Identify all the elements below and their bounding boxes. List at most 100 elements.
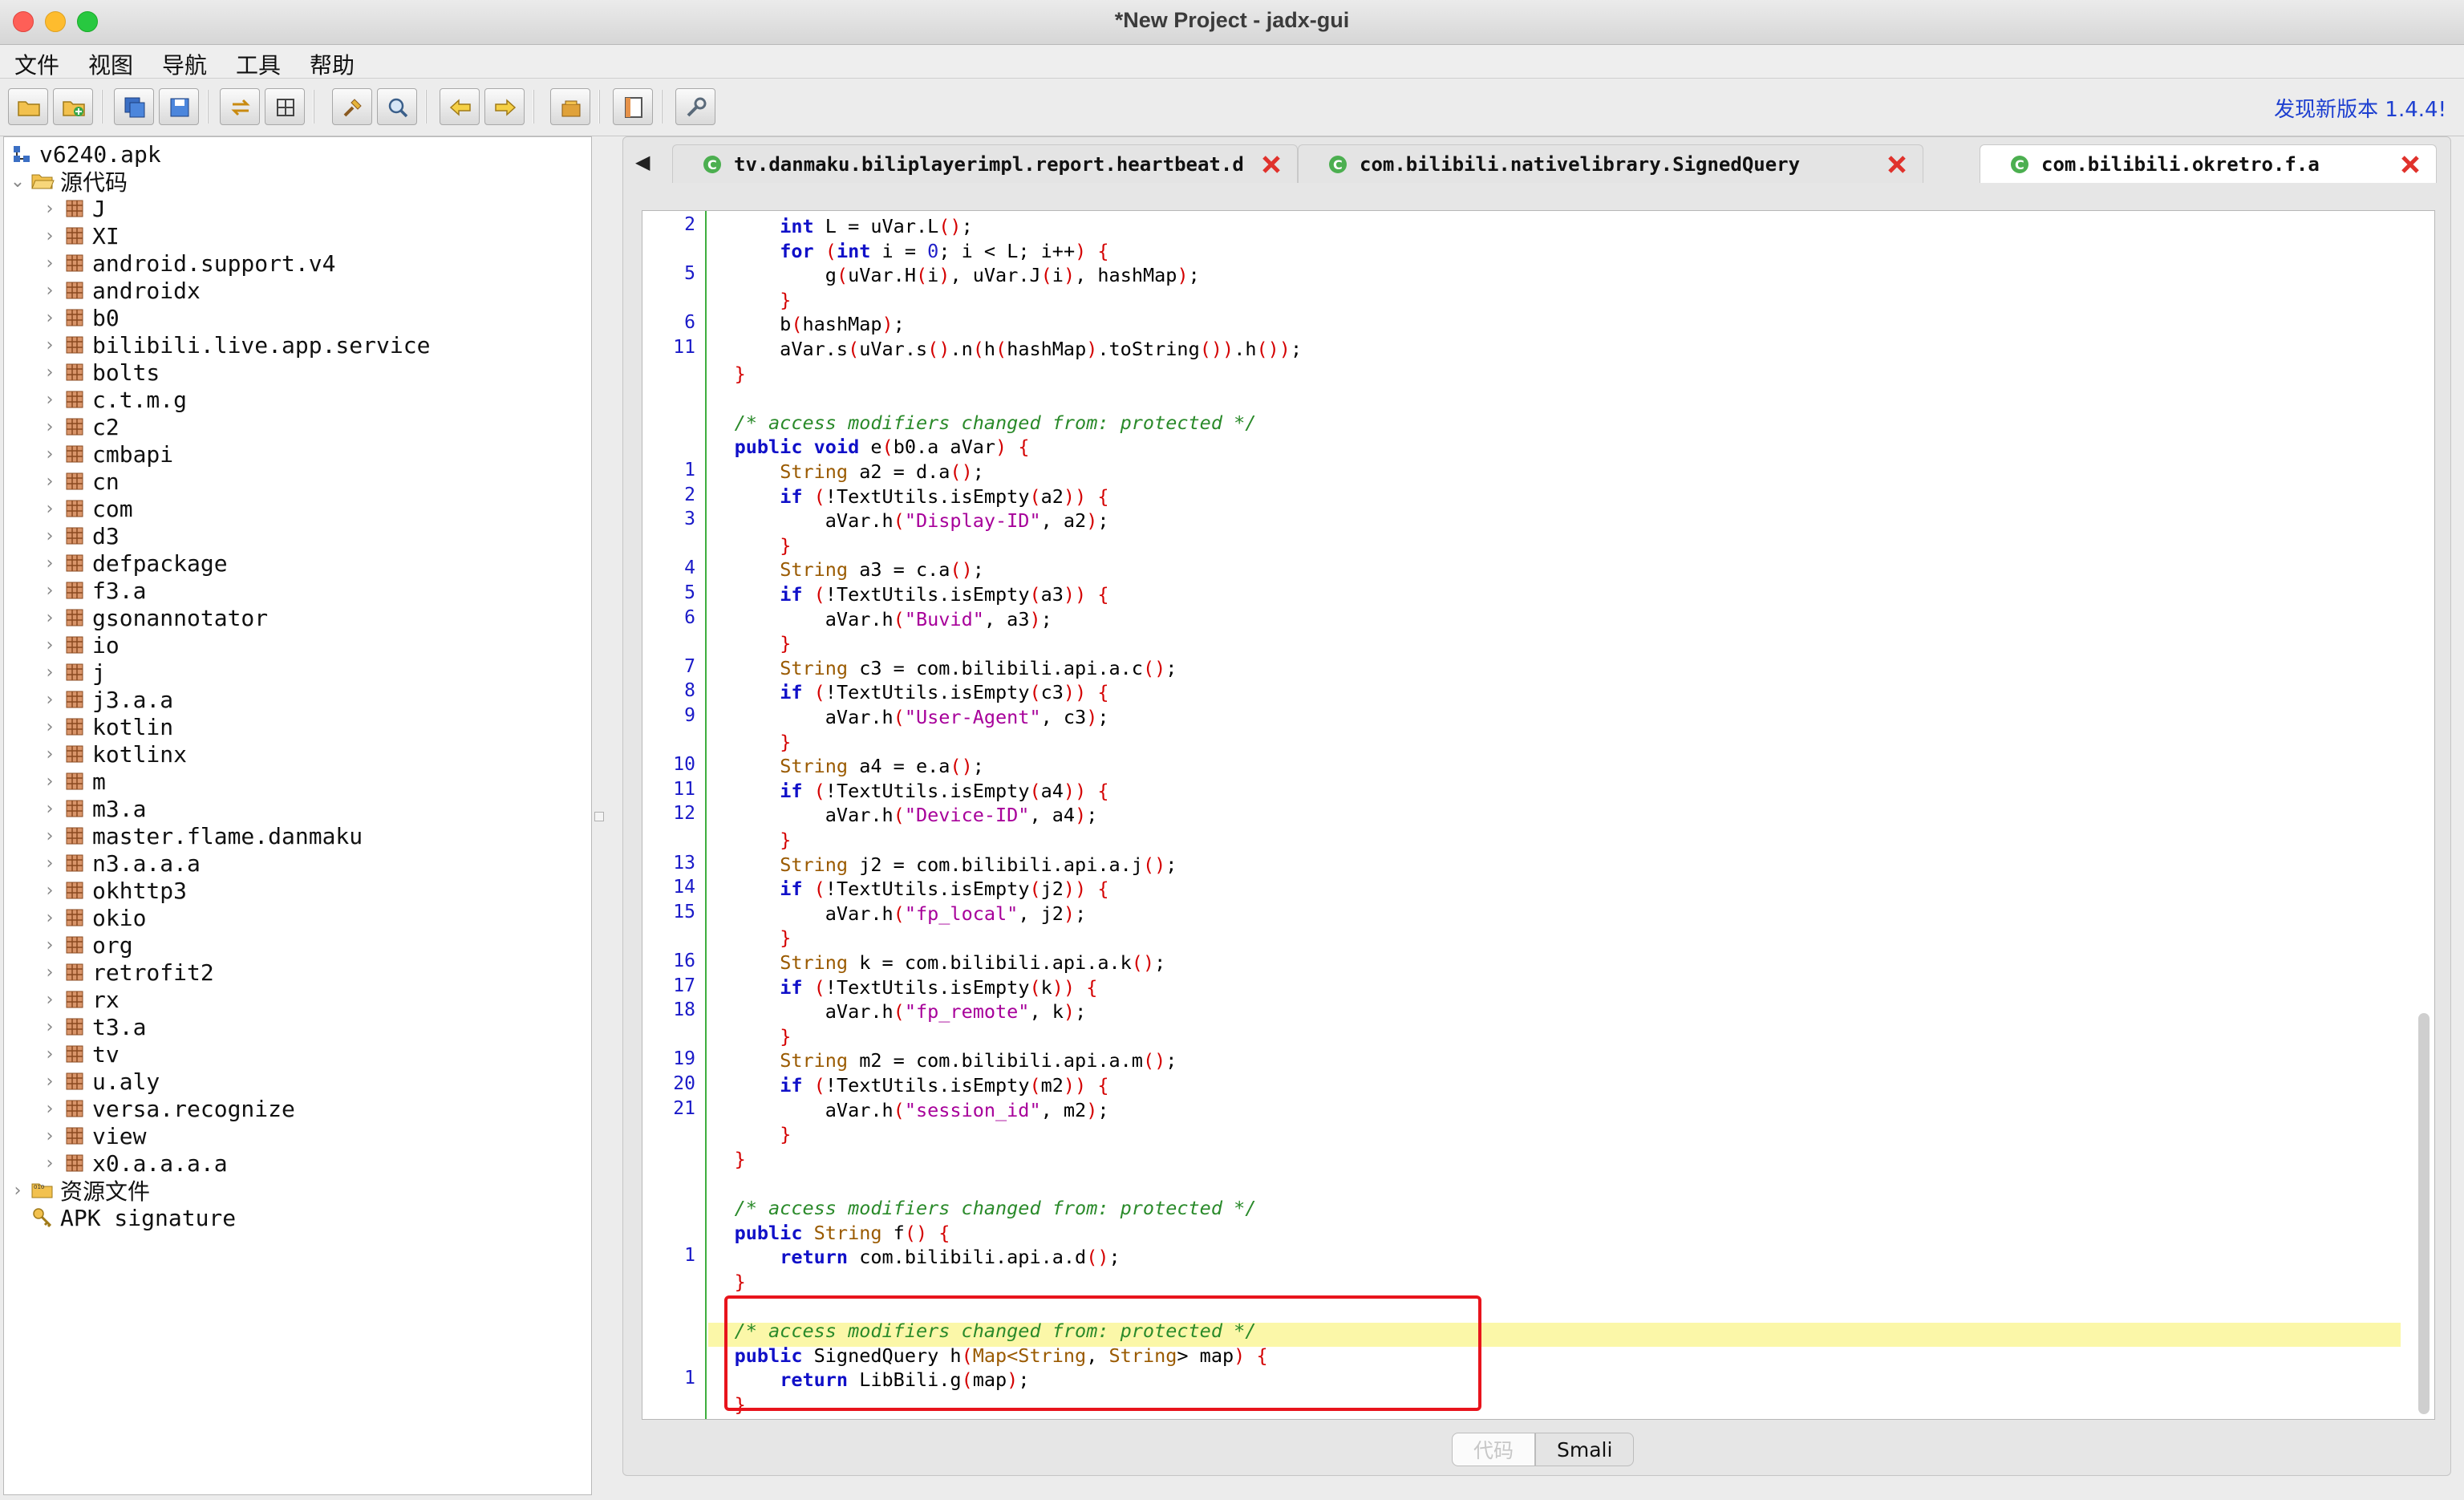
chevron-right-icon[interactable]: › [39, 881, 60, 901]
chevron-right-icon[interactable]: › [39, 717, 60, 737]
decompile-all-button[interactable] [550, 88, 590, 125]
preferences-button[interactable] [675, 88, 715, 125]
tree-package-item[interactable]: › com [39, 495, 133, 522]
chevron-right-icon[interactable]: › [39, 853, 60, 874]
tree-package-item[interactable]: › org [39, 931, 133, 959]
tree-package-item[interactable]: › versa.recognize [39, 1095, 295, 1122]
tab-signedquery[interactable]: C com.bilibili.nativelibrary.SignedQuery [1298, 144, 1923, 183]
open-file-button[interactable] [8, 88, 48, 125]
tab-okretro-f-a[interactable]: C com.bilibili.okretro.f.a [1980, 144, 2437, 183]
chevron-right-icon[interactable]: › [39, 963, 60, 983]
tree-package-item[interactable]: › android.support.v4 [39, 249, 336, 277]
chevron-right-icon[interactable]: › [39, 690, 60, 710]
tree-package-item[interactable]: › b0 [39, 304, 120, 331]
chevron-right-icon[interactable]: › [39, 663, 60, 683]
menu-help[interactable]: 帮助 [310, 48, 355, 80]
text-search-button[interactable] [332, 88, 372, 125]
chevron-right-icon[interactable]: › [39, 553, 60, 574]
close-tab-icon[interactable] [2399, 153, 2421, 176]
tree-package-item[interactable]: › kotlin [39, 713, 174, 740]
tab-code-view[interactable]: 代码 [1452, 1433, 1536, 1466]
menu-view[interactable]: 视图 [88, 48, 133, 80]
tree-package-item[interactable]: › t3.a [39, 1013, 147, 1040]
chevron-right-icon[interactable]: › [39, 472, 60, 492]
chevron-right-icon[interactable]: › [39, 826, 60, 846]
split-pane-divider[interactable] [594, 812, 604, 821]
chevron-right-icon[interactable]: › [39, 799, 60, 819]
chevron-right-icon[interactable]: › [39, 1153, 60, 1174]
tree-package-item[interactable]: › x0.a.a.a.a [39, 1149, 228, 1177]
tree-package-item[interactable]: › d3 [39, 522, 120, 549]
code-editor[interactable]: 2 5 6 11 1 2 3 4 5 6 7 8 9 10 11 12 13 14 15 16 17 18 19 20 21 1 1… [642, 210, 2435, 1420]
chevron-right-icon[interactable]: › [39, 417, 60, 437]
tree-package-item[interactable]: › defpackage [39, 549, 228, 577]
tree-package-item[interactable]: › view [39, 1122, 147, 1149]
flatten-packages-button[interactable] [265, 88, 305, 125]
tree-package-item[interactable]: › io [39, 631, 120, 659]
chevron-right-icon[interactable]: › [39, 253, 60, 274]
tree-package-item[interactable]: › androidx [39, 277, 201, 304]
chevron-right-icon[interactable]: › [39, 499, 60, 519]
tab-heartbeat-d[interactable]: C tv.danmaku.biliplayerimpl.report.heart… [672, 144, 1298, 183]
tree-package-item[interactable]: › XI [39, 222, 120, 249]
chevron-right-icon[interactable]: › [39, 581, 60, 601]
chevron-right-icon[interactable]: › [7, 1181, 28, 1201]
tree-package-item[interactable]: › j [39, 659, 106, 686]
chevron-right-icon[interactable]: › [39, 744, 60, 764]
export-button[interactable] [159, 88, 199, 125]
vertical-scrollbar[interactable] [2418, 1013, 2430, 1414]
chevron-right-icon[interactable]: › [39, 990, 60, 1010]
chevron-right-icon[interactable]: › [39, 1044, 60, 1064]
chevron-right-icon[interactable]: › [39, 608, 60, 628]
tree-package-item[interactable]: › f3.a [39, 577, 147, 604]
chevron-right-icon[interactable]: › [39, 308, 60, 328]
tree-package-item[interactable]: › u.aly [39, 1068, 160, 1095]
forward-button[interactable] [484, 88, 525, 125]
new-version-link[interactable]: 发现新版本 1.4.4! [2274, 93, 2446, 123]
chevron-right-icon[interactable]: › [39, 935, 60, 955]
close-tab-icon[interactable] [1886, 153, 1908, 176]
tree-package-item[interactable]: › okhttp3 [39, 877, 187, 904]
chevron-right-icon[interactable]: › [39, 635, 60, 655]
tree-package-item[interactable]: › bilibili.live.app.service [39, 331, 431, 359]
chevron-right-icon[interactable]: › [39, 1017, 60, 1037]
project-tree[interactable]: v6240.apk ⌄ 源代码 › J › XI › android.support.v4… [3, 136, 592, 1495]
tree-package-item[interactable]: › m [39, 768, 106, 795]
tree-package-item[interactable]: › J [39, 195, 106, 222]
chevron-right-icon[interactable]: › [39, 1072, 60, 1092]
back-button[interactable] [440, 88, 480, 125]
tree-package-item[interactable]: › cmbapi [39, 440, 174, 468]
chevron-down-icon[interactable]: ⌄ [7, 172, 28, 192]
save-all-button[interactable] [114, 88, 154, 125]
tree-package-item[interactable]: › gsonannotator [39, 604, 269, 631]
tree-package-item[interactable]: › n3.a.a.a [39, 849, 201, 877]
tree-root[interactable]: v6240.apk [7, 140, 161, 168]
menu-file[interactable]: 文件 [14, 48, 59, 80]
close-tab-icon[interactable] [1260, 153, 1283, 176]
menu-tools[interactable]: 工具 [236, 48, 281, 80]
tab-smali-view[interactable]: Smali [1535, 1433, 1635, 1466]
sync-button[interactable] [220, 88, 260, 125]
chevron-right-icon[interactable]: › [39, 226, 60, 246]
tree-package-item[interactable]: › bolts [39, 359, 160, 386]
tree-package-item[interactable]: › kotlinx [39, 740, 187, 768]
chevron-right-icon[interactable]: › [39, 908, 60, 928]
tree-package-item[interactable]: › c.t.m.g [39, 386, 187, 413]
chevron-right-icon[interactable]: › [39, 444, 60, 464]
chevron-right-icon[interactable]: › [39, 199, 60, 219]
chevron-right-icon[interactable]: › [39, 526, 60, 546]
tree-package-item[interactable]: › m3.a [39, 795, 147, 822]
tree-package-item[interactable]: › rx [39, 986, 120, 1013]
tree-resources[interactable]: › 010 资源文件 [7, 1177, 150, 1205]
tree-apk-signature[interactable]: APK signature [28, 1204, 236, 1231]
class-search-button[interactable] [377, 88, 417, 125]
tree-package-item[interactable]: › retrofit2 [39, 959, 214, 986]
tree-package-item[interactable]: › cn [39, 468, 120, 495]
chevron-right-icon[interactable]: › [39, 390, 60, 410]
log-viewer-button[interactable] [613, 88, 653, 125]
chevron-right-icon[interactable]: › [39, 335, 60, 355]
chevron-right-icon[interactable]: › [39, 363, 60, 383]
tree-package-item[interactable]: › master.flame.danmaku [39, 822, 363, 849]
chevron-right-icon[interactable]: › [39, 1099, 60, 1119]
tree-package-item[interactable]: › c2 [39, 413, 120, 440]
